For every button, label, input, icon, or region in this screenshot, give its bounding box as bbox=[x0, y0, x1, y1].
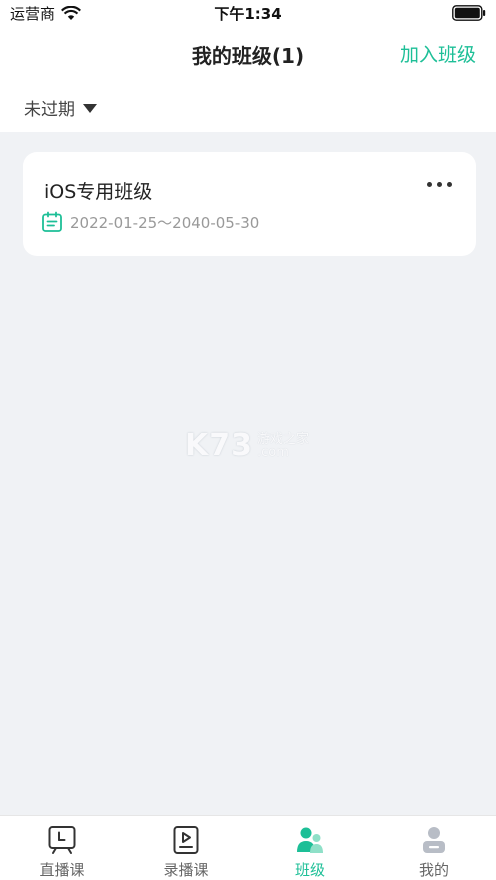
watermark-logo: K73 游戏之家 .com bbox=[185, 428, 309, 463]
recorded-class-icon bbox=[173, 826, 199, 854]
tab-live-class[interactable]: 直播课 bbox=[0, 816, 124, 880]
tab-bar: 直播课 录播课 班级 我的 bbox=[0, 815, 496, 880]
more-dot bbox=[437, 182, 442, 187]
join-class-button[interactable]: 加入班级 bbox=[400, 40, 476, 67]
caret-down-icon bbox=[83, 104, 97, 113]
class-name: iOS专用班级 bbox=[44, 181, 153, 203]
filter-selected-label: 未过期 bbox=[24, 100, 75, 120]
watermark-sub-text: 游戏之家 bbox=[257, 431, 310, 447]
live-class-icon bbox=[48, 826, 76, 854]
status-bar: 运营商 下午1:34 bbox=[0, 0, 496, 26]
more-options-button[interactable] bbox=[427, 182, 452, 187]
class-group-icon bbox=[297, 827, 323, 853]
tab-class-group-label: 班级 bbox=[294, 861, 325, 879]
battery-icon bbox=[452, 5, 486, 21]
more-dot bbox=[427, 182, 432, 187]
tab-profile[interactable]: 我的 bbox=[372, 816, 496, 880]
tab-class-group[interactable]: 班级 bbox=[248, 816, 372, 880]
filter-bar: 未过期 bbox=[0, 82, 496, 132]
profile-icon bbox=[423, 827, 445, 853]
calendar-icon bbox=[42, 211, 62, 232]
tab-profile-label: 我的 bbox=[418, 861, 449, 879]
tab-live-class-label: 直播课 bbox=[39, 861, 85, 879]
navigation-bar: 我的班级(1) 加入班级 bbox=[0, 26, 496, 82]
tab-recorded-class[interactable]: 录播课 bbox=[124, 816, 248, 880]
class-card[interactable]: iOS专用班级 2022-01-25～2040-05-30 bbox=[23, 152, 476, 256]
watermark-side: 游戏之家 .com bbox=[257, 433, 309, 459]
watermark-domain-text: .com bbox=[257, 444, 289, 460]
class-list: iOS专用班级 2022-01-25～2040-05-30 K73 游戏之家 .… bbox=[0, 132, 496, 815]
tab-recorded-class-label: 录播课 bbox=[163, 861, 209, 879]
more-dot bbox=[447, 182, 452, 187]
expiry-filter-dropdown[interactable]: 未过期 bbox=[24, 95, 97, 120]
class-date-range: 2022-01-25～2040-05-30 bbox=[70, 213, 260, 232]
watermark-main-text: K73 bbox=[185, 428, 253, 463]
status-time: 下午1:34 bbox=[214, 5, 282, 23]
class-date-row: 2022-01-25～2040-05-30 bbox=[41, 211, 259, 233]
